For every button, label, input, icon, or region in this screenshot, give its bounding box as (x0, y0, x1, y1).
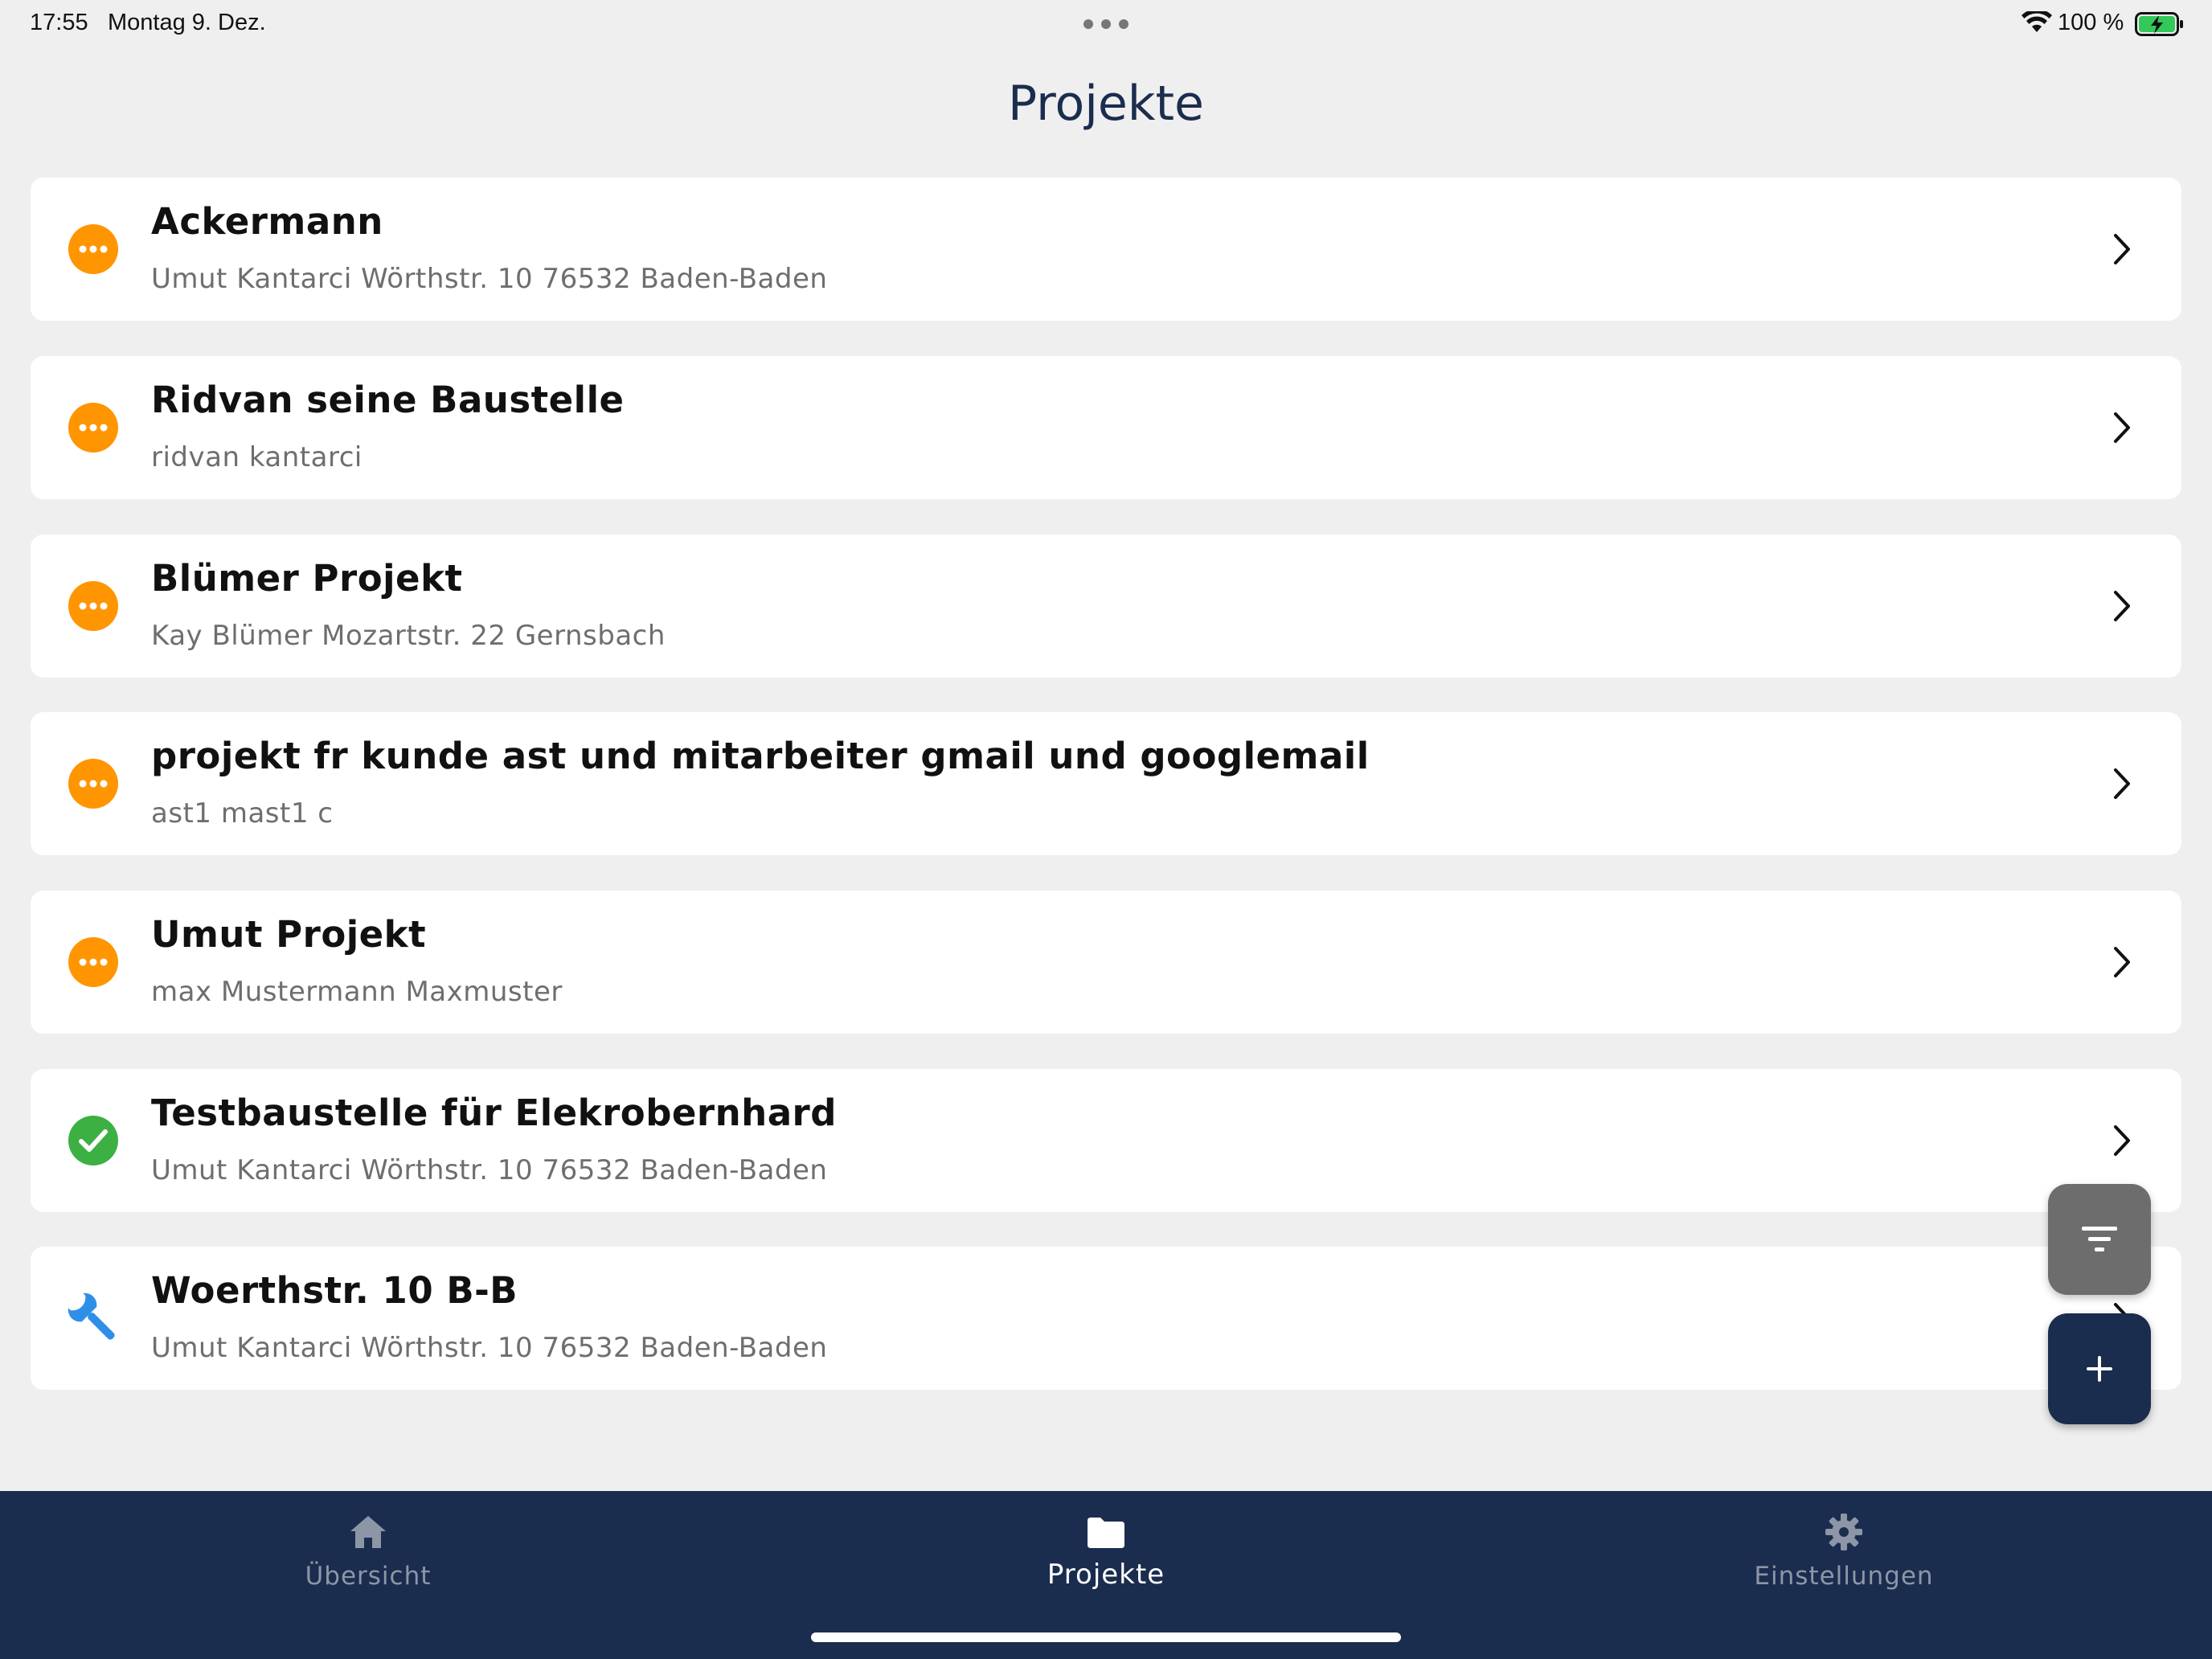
filter-button[interactable] (2048, 1184, 2151, 1295)
filter-icon (2082, 1227, 2117, 1251)
project-card[interactable]: Ackermann Umut Kantarci Wörthstr. 10 765… (31, 178, 2181, 321)
home-icon (350, 1516, 386, 1548)
wrench-icon (68, 1292, 115, 1340)
page-title: Projekte (1008, 76, 1204, 132)
more-horizontal-icon (68, 937, 118, 987)
wifi-icon (2022, 11, 2052, 32)
project-title: projekt fr kunde ast und mitarbeiter gma… (151, 735, 1370, 777)
more-horizontal-icon (68, 759, 118, 809)
project-card[interactable]: Ridvan seine Baustelle ridvan kantarci (31, 356, 2181, 499)
home-indicator[interactable] (811, 1632, 1401, 1642)
tab-uebersicht[interactable]: Übersicht (167, 1491, 569, 1612)
more-horizontal-icon (68, 224, 118, 274)
folder-icon (1088, 1518, 1124, 1548)
status-bar: 17:55 Montag 9. Dez. 100 % (0, 0, 2212, 48)
tab-projekte[interactable]: Projekte (905, 1491, 1307, 1612)
project-card[interactable]: Woerthstr. 10 B-B Umut Kantarci Wörthstr… (31, 1247, 2181, 1390)
project-subtitle: ast1 mast1 c (151, 797, 334, 830)
chevron-right-icon (2114, 768, 2130, 799)
more-horizontal-icon (68, 403, 118, 453)
more-horizontal-icon (68, 581, 118, 631)
chevron-right-icon (2114, 412, 2130, 443)
battery-percent: 100 % (2058, 10, 2124, 35)
tab-bar: Übersicht Projekte Einstellungen (0, 1491, 2212, 1659)
project-subtitle: Kay Blümer Mozartstr. 22 Gernsbach (151, 620, 666, 652)
gear-icon (1825, 1514, 1862, 1550)
project-subtitle: max Mustermann Maxmuster (151, 976, 563, 1008)
project-title: Blümer Projekt (151, 557, 463, 600)
multitasking-dots-icon[interactable] (1083, 19, 1129, 29)
project-title: Ackermann (151, 200, 383, 243)
project-card[interactable]: Testbaustelle für Elekrobernhard Umut Ka… (31, 1069, 2181, 1212)
tab-label: Übersicht (305, 1562, 432, 1591)
chevron-right-icon (2114, 234, 2130, 264)
project-card[interactable]: projekt fr kunde ast und mitarbeiter gma… (31, 712, 2181, 855)
project-subtitle: ridvan kantarci (151, 441, 363, 473)
project-title: Testbaustelle für Elekrobernhard (151, 1092, 837, 1134)
project-subtitle: Umut Kantarci Wörthstr. 10 76532 Baden-B… (151, 1154, 828, 1186)
project-title: Umut Projekt (151, 913, 427, 956)
project-card[interactable]: Umut Projekt max Mustermann Maxmuster (31, 891, 2181, 1034)
project-title: Woerthstr. 10 B-B (151, 1269, 518, 1312)
plus-icon (2087, 1356, 2112, 1382)
add-project-button[interactable] (2048, 1313, 2151, 1424)
check-circle-icon (68, 1116, 118, 1165)
chevron-right-icon (2114, 1125, 2130, 1156)
tab-label: Projekte (1047, 1559, 1165, 1591)
project-subtitle: Umut Kantarci Wörthstr. 10 76532 Baden-B… (151, 1332, 828, 1364)
project-title: Ridvan seine Baustelle (151, 379, 625, 421)
tab-einstellungen[interactable]: Einstellungen (1643, 1491, 2045, 1612)
battery-charging-icon (2135, 12, 2183, 36)
status-time: 17:55 (30, 10, 88, 35)
project-subtitle: Umut Kantarci Wörthstr. 10 76532 Baden-B… (151, 263, 828, 295)
tab-label: Einstellungen (1754, 1562, 1934, 1591)
project-card[interactable]: Blümer Projekt Kay Blümer Mozartstr. 22 … (31, 535, 2181, 678)
chevron-right-icon (2114, 591, 2130, 621)
chevron-right-icon (2114, 947, 2130, 977)
status-date: Montag 9. Dez. (108, 10, 266, 35)
